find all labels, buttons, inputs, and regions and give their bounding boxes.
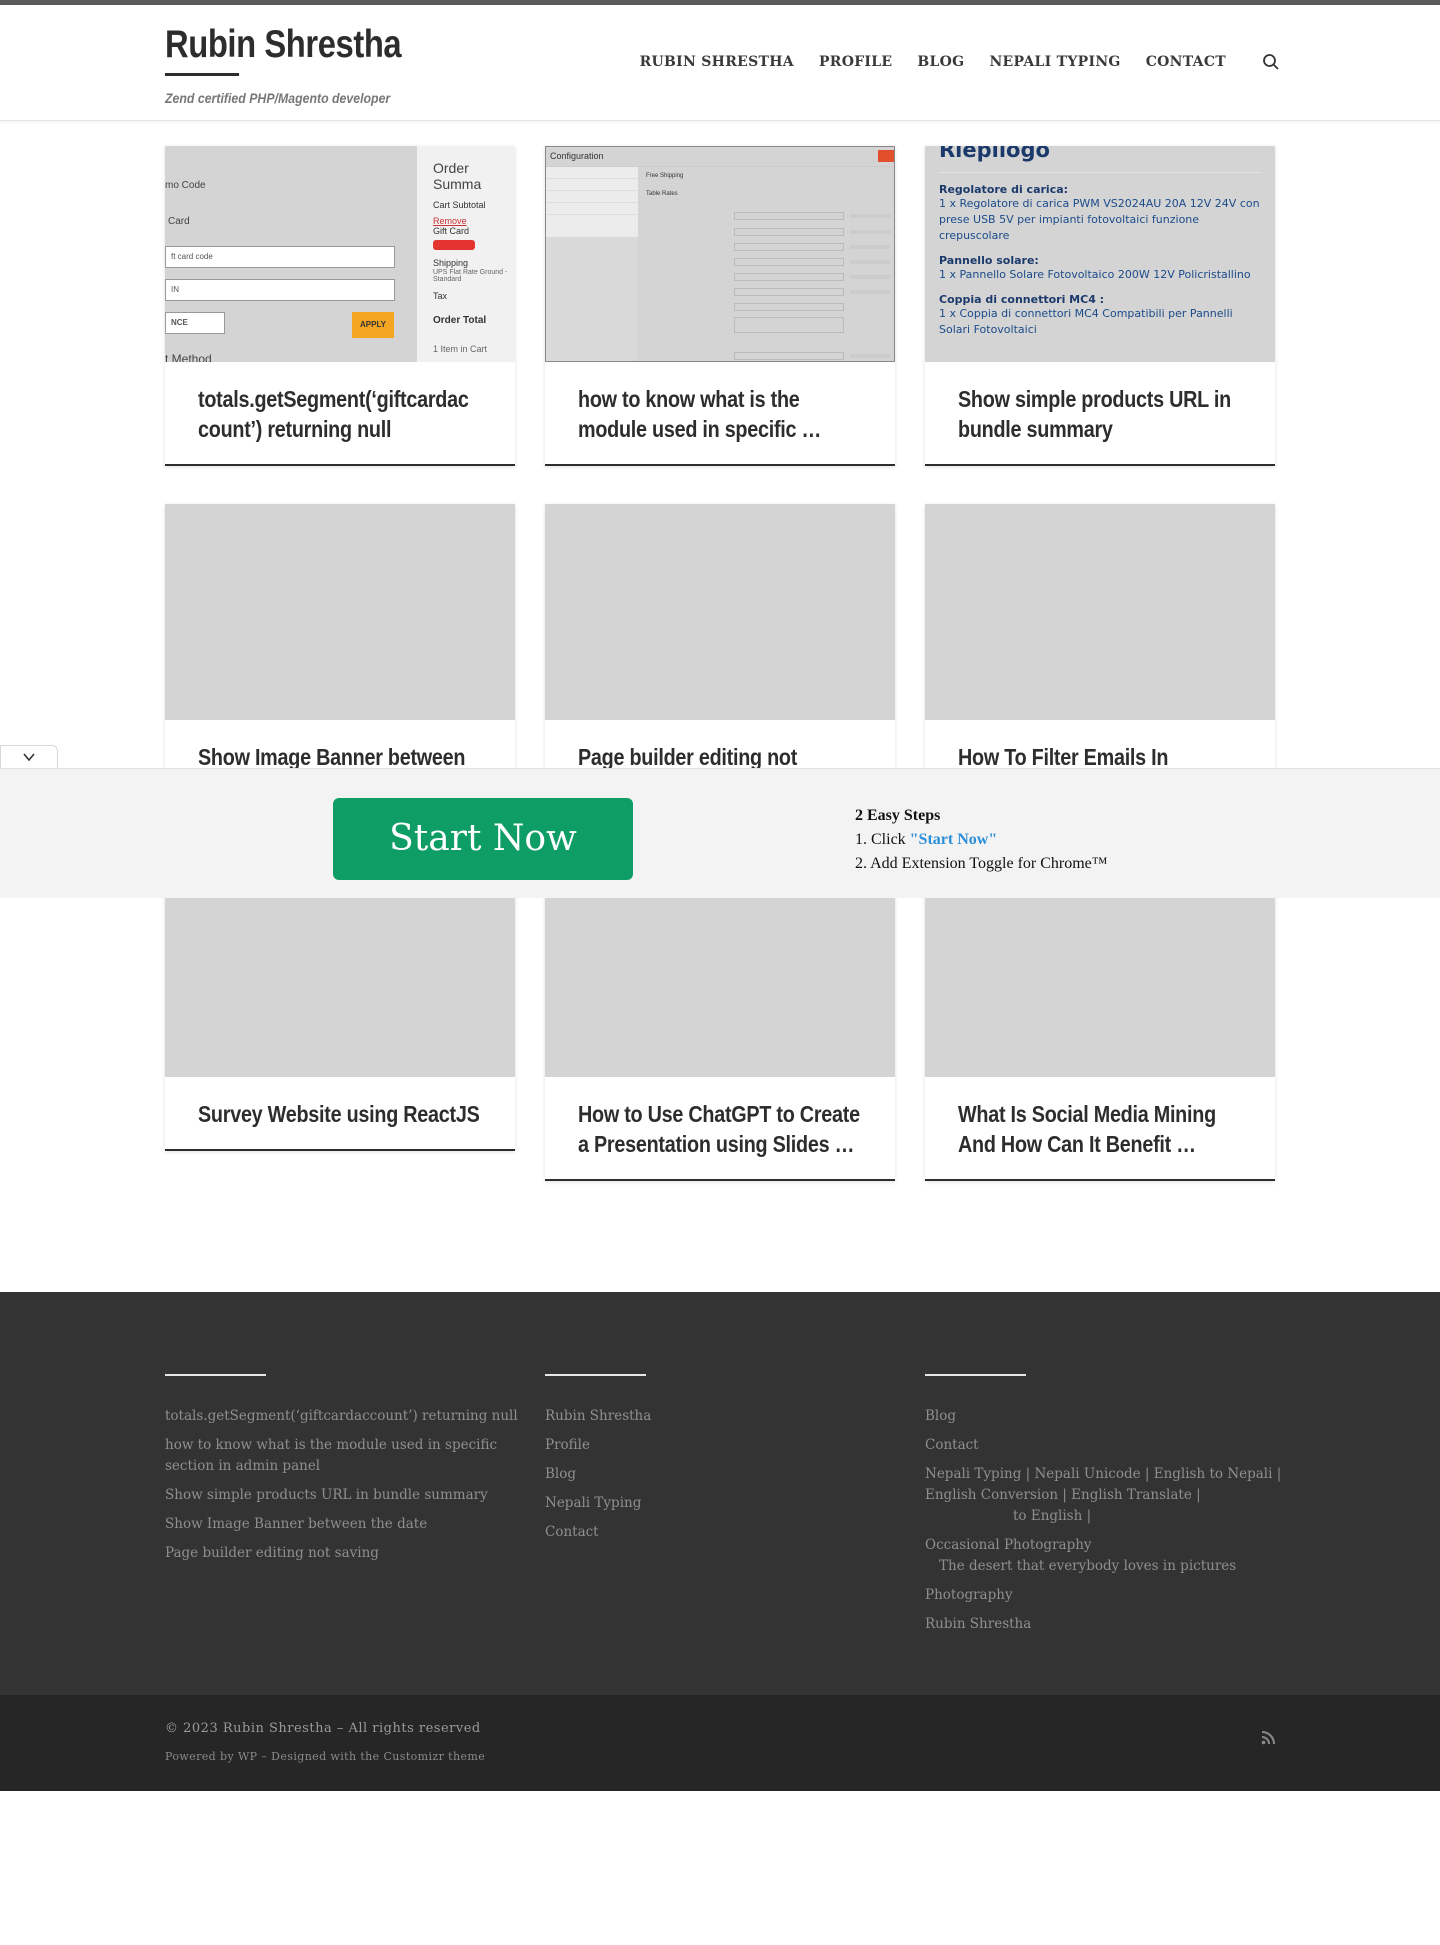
- post-card[interactable]: Riepilogo Regolatore di carica: 1 x Rego…: [925, 146, 1275, 466]
- colophon: © 2023 Rubin Shrestha – All rights reser…: [0, 1695, 1440, 1791]
- footer-link[interactable]: totals.getSegment(‘giftcardaccount’) ret…: [165, 1406, 525, 1427]
- footer-link[interactable]: Nepali Typing | Nepali Unicode | English…: [925, 1464, 1285, 1506]
- site-footer: totals.getSegment(‘giftcardaccount’) ret…: [0, 1292, 1440, 1695]
- site-title[interactable]: Rubin Shrestha: [165, 23, 402, 67]
- post-thumbnail[interactable]: Riepilogo Regolatore di carica: 1 x Rego…: [925, 146, 1275, 362]
- order-summary-screenshot: Order Summa Cart Subtotal Remove Gift Ca…: [417, 146, 515, 362]
- footer-link[interactable]: Show Image Banner between the date: [165, 1514, 525, 1535]
- footer-link[interactable]: Rubin Shrestha: [545, 1406, 905, 1427]
- post-card[interactable]: mo Code Card ft card code IN NCE APPLY t…: [165, 146, 515, 466]
- post-card[interactable]: What Is Social Media Mining And How Can …: [925, 861, 1275, 1181]
- footer-link[interactable]: Blog: [925, 1406, 1285, 1427]
- footer-pages: Rubin Shrestha Profile Blog Nepali Typin…: [545, 1374, 905, 1551]
- nav-item-rubin-shrestha[interactable]: RUBIN SHRESTHA: [640, 54, 794, 70]
- footer-link[interactable]: Contact: [545, 1522, 905, 1543]
- footer-sub-text: The desert that everybody loves in pictu…: [939, 1558, 1237, 1574]
- overlay-collapse-tab[interactable]: [0, 745, 58, 769]
- post-title[interactable]: What Is Social Media Mining And How Can …: [925, 1077, 1275, 1179]
- footer-link[interactable]: Occasional Photography: [925, 1535, 1285, 1556]
- footer-link[interactable]: Show simple products URL in bundle summa…: [165, 1485, 525, 1506]
- nav-item-nepali-typing[interactable]: NEPALI TYPING: [989, 54, 1120, 70]
- start-now-button[interactable]: Start Now: [333, 798, 633, 880]
- footer-link[interactable]: Nepali Typing: [545, 1493, 905, 1514]
- post-thumbnail-placeholder[interactable]: [165, 504, 515, 720]
- footer-link[interactable]: Blog: [545, 1464, 905, 1485]
- search-icon[interactable]: [1262, 53, 1280, 71]
- site-header: Rubin Shrestha Zend certified PHP/Magent…: [0, 5, 1440, 121]
- post-thumbnail-placeholder[interactable]: [925, 504, 1275, 720]
- footer-recent-posts: totals.getSegment(‘giftcardaccount’) ret…: [165, 1374, 525, 1572]
- footer-sub-text: to English |: [1013, 1508, 1092, 1524]
- post-card[interactable]: Configuration Free Shipping Table Rates …: [545, 146, 895, 466]
- footer-link[interactable]: Contact: [925, 1435, 1285, 1456]
- config-bar: Configuration: [546, 147, 894, 167]
- footer-link[interactable]: Profile: [545, 1435, 905, 1456]
- nav-item-contact[interactable]: CONTACT: [1146, 54, 1226, 70]
- post-card[interactable]: How to Use ChatGPT to Create a Presentat…: [545, 861, 895, 1181]
- post-card[interactable]: Show Image Banner between: [165, 504, 515, 794]
- post-title[interactable]: How to Use ChatGPT to Create a Presentat…: [545, 1077, 895, 1179]
- footer-link[interactable]: how to know what is the module used in s…: [165, 1435, 525, 1477]
- post-title[interactable]: Show simple products URL in bundle summa…: [925, 362, 1275, 464]
- post-title[interactable]: totals.getSegment(‘giftcardac count’) re…: [165, 362, 515, 464]
- footer-links: Blog Contact Nepali Typing | Nepali Unic…: [925, 1374, 1285, 1643]
- rss-icon[interactable]: [1261, 1731, 1275, 1745]
- nav-item-blog[interactable]: BLOG: [917, 54, 964, 70]
- title-underline: [165, 73, 239, 76]
- post-thumbnail[interactable]: Configuration Free Shipping Table Rates: [545, 146, 895, 362]
- powered-by: Powered by WP – Designed with the Custom…: [165, 1750, 486, 1763]
- ad-steps: 2 Easy Steps 1. Click "Start Now" 2. Add…: [855, 807, 1108, 872]
- post-thumbnail[interactable]: mo Code Card ft card code IN NCE APPLY t…: [165, 146, 515, 362]
- post-thumbnail-placeholder[interactable]: [545, 504, 895, 720]
- copyright: © 2023 Rubin Shrestha – All rights reser…: [165, 1721, 481, 1736]
- post-title[interactable]: Survey Website using ReactJS: [165, 1077, 515, 1149]
- redacted-mark: [433, 240, 475, 250]
- chevron-down-icon: [23, 753, 35, 762]
- extension-ad-banner: Start Now 2 Easy Steps 1. Click "Start N…: [0, 768, 1440, 898]
- config-sidebar: [546, 167, 638, 361]
- footer-link[interactable]: Photography: [925, 1585, 1285, 1606]
- post-title[interactable]: how to know what is the module used in s…: [545, 362, 895, 464]
- nav-item-profile[interactable]: PROFILE: [819, 54, 892, 70]
- post-card[interactable]: Survey Website using ReactJS: [165, 861, 515, 1151]
- brand: Rubin Shrestha Zend certified PHP/Magent…: [165, 23, 446, 106]
- main-nav: RUBIN SHRESTHA PROFILE BLOG NEPALI TYPIN…: [640, 53, 1280, 71]
- tagline: Zend certified PHP/Magento developer: [165, 90, 391, 106]
- footer-link[interactable]: Rubin Shrestha: [925, 1614, 1285, 1635]
- footer-link[interactable]: Page builder editing not saving: [165, 1543, 525, 1564]
